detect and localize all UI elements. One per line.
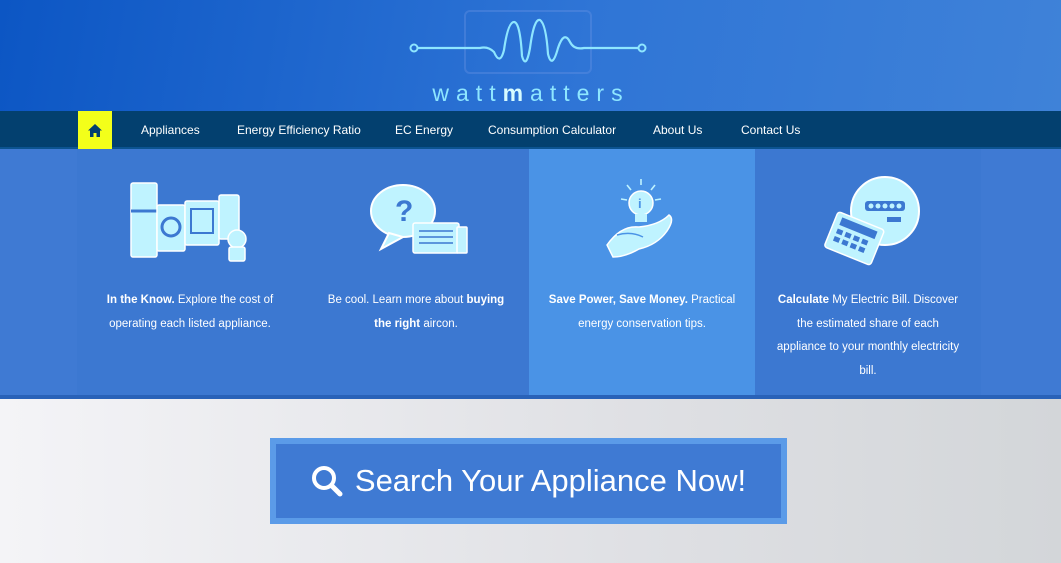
feature-band: In the Know. Explore the cost of operati… (0, 149, 1061, 395)
appliances-icon (130, 182, 247, 262)
nav-ec-energy[interactable]: EC Energy (395, 111, 453, 149)
home-icon (88, 123, 102, 137)
svg-text:?: ? (395, 195, 413, 228)
feature-caption: Be cool. Learn more about buying the rig… (327, 294, 505, 330)
nav-energy-efficiency-ratio[interactable]: Energy Efficiency Ratio (237, 111, 361, 149)
nav-contact-us[interactable]: Contact Us (741, 111, 800, 149)
search-button-label: Search Your Appliance Now! (354, 463, 747, 498)
home-button[interactable] (78, 111, 112, 149)
nav-about-us[interactable]: About Us (653, 111, 702, 149)
feature-save-power[interactable]: i Save Power, Save Money. Practical ener… (529, 149, 755, 395)
feature-caption: Save Power, Save Money. Practical energy… (548, 294, 736, 330)
lightbulb-hand-icon: i (606, 179, 673, 258)
wattmatters-logo[interactable]: wattmatters (408, 8, 648, 106)
site-header: wattmatters (0, 0, 1061, 111)
nav-consumption-calculator[interactable]: Consumption Calculator (488, 111, 616, 149)
feature-appliances[interactable]: In the Know. Explore the cost of operati… (77, 149, 303, 395)
waveform-icon (409, 18, 647, 63)
main-nav: Appliances Energy Efficiency Ratio EC En… (0, 111, 1061, 149)
nav-appliances[interactable]: Appliances (141, 111, 200, 149)
search-appliance-button[interactable]: Search Your Appliance Now! (270, 438, 787, 524)
logo-wordmark: wattmatters (432, 80, 630, 106)
search-icon (311, 466, 343, 497)
svg-text:i: i (638, 196, 642, 211)
feature-caption: In the Know. Explore the cost of operati… (106, 294, 274, 330)
calculator-meter-icon (824, 176, 920, 266)
feature-calculate-bill[interactable]: Calculate My Electric Bill. Discover the… (755, 149, 981, 395)
feature-caption: Calculate My Electric Bill. Discover the… (776, 294, 960, 377)
feature-aircon[interactable]: ? Be cool. Learn more about buying the r… (303, 149, 529, 395)
search-section: Search Your Appliance Now! (0, 399, 1061, 563)
aircon-question-icon: ? (370, 184, 468, 254)
